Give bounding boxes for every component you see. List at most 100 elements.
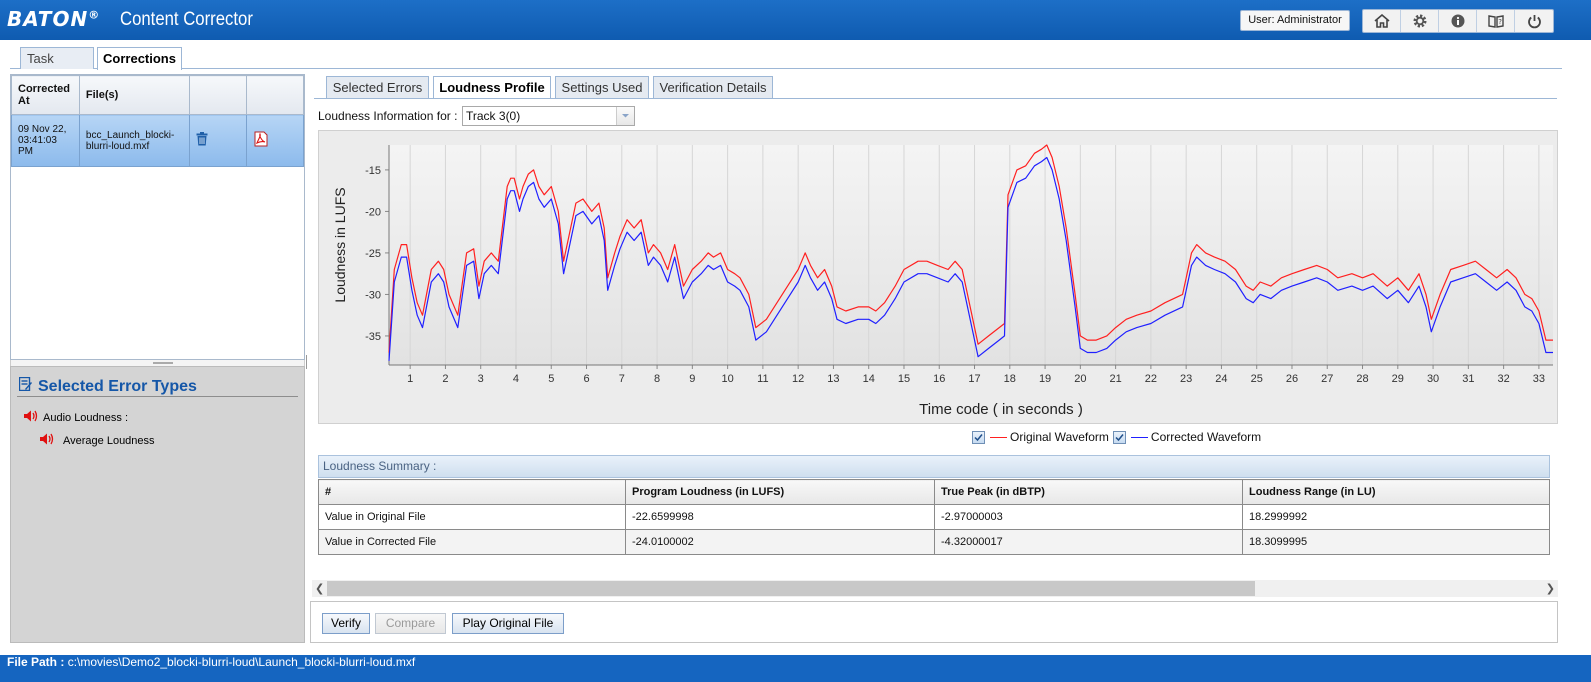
x-tick-label: 26 <box>1286 373 1298 385</box>
column-program-loudness: Program Loudness (in LUFS) <box>625 479 935 505</box>
pdf-icon[interactable] <box>253 131 269 150</box>
track-select[interactable]: Track 3(0) <box>462 106 635 126</box>
x-tick-label: 21 <box>1109 373 1121 385</box>
y-tick-label: -30 <box>365 289 381 301</box>
verify-button[interactable]: Verify <box>322 613 370 634</box>
y-tick-label: -20 <box>365 206 381 218</box>
x-tick-label: 8 <box>654 373 660 385</box>
column-label: # <box>318 479 626 505</box>
column-delete <box>188 75 247 115</box>
x-tick-label: 15 <box>898 373 910 385</box>
plot-area <box>389 145 1553 365</box>
help-book-icon[interactable]: ? <box>1477 10 1515 32</box>
scroll-right-arrow-icon[interactable]: ❯ <box>1546 582 1555 595</box>
x-tick-label: 14 <box>863 373 875 385</box>
edit-list-icon <box>18 376 32 396</box>
x-tick-label: 3 <box>478 373 484 385</box>
x-tick-label: 27 <box>1321 373 1333 385</box>
x-tick-label: 33 <box>1533 373 1545 385</box>
delete-cell <box>188 114 247 167</box>
column-true-peak: True Peak (in dBTP) <box>934 479 1243 505</box>
tab-selected-errors[interactable]: Selected Errors <box>326 76 429 98</box>
table-row: Value in Corrected File -24.0100002 -4.3… <box>318 529 1550 555</box>
x-tick-label: 16 <box>933 373 945 385</box>
error-category: Audio Loudness : <box>24 410 128 425</box>
scroll-left-arrow-icon[interactable]: ❮ <box>315 582 324 595</box>
x-tick-label: 11 <box>757 373 768 385</box>
trash-icon[interactable] <box>196 132 208 149</box>
legend-original-label: Original Waveform <box>1010 430 1109 444</box>
loudness-chart: 1 2 3 4 5 6 7 8 9 10 11 12 13 14 15 16 17 18 19 20 21 22 23 24 2… <box>318 130 1558 424</box>
x-tick-label: 32 <box>1497 373 1509 385</box>
corrections-table: Corrected At File(s) 09 Nov 22, 03:41:03… <box>11 75 305 167</box>
x-tick-label: 24 <box>1215 373 1227 385</box>
row-label: Value in Original File <box>318 504 626 530</box>
x-tick-label: 17 <box>968 373 980 385</box>
x-tick-label: 7 <box>619 373 625 385</box>
loudness-chart-svg: 1 2 3 4 5 6 7 8 9 10 11 12 13 14 15 16 17 18 19 20 21 22 23 24 2… <box>332 144 1553 418</box>
settings-gear-icon[interactable] <box>1401 10 1439 32</box>
error-types-heading: Selected Error Types <box>18 376 197 396</box>
tab-settings-used[interactable]: Settings Used <box>555 76 649 98</box>
vertical-splitter-handle[interactable] <box>306 355 309 369</box>
x-tick-label: 25 <box>1251 373 1263 385</box>
loudness-info-label: Loudness Information for : <box>318 109 458 123</box>
x-tick-label: 29 <box>1392 373 1404 385</box>
y-axis-label: Loudness in LUFS <box>332 187 348 302</box>
tab-verification-details[interactable]: Verification Details <box>653 76 773 98</box>
x-tick-label: 5 <box>548 373 554 385</box>
x-tick-label: 10 <box>721 373 733 385</box>
y-tick-label: -25 <box>365 248 381 260</box>
speaker-icon <box>40 433 55 448</box>
home-icon[interactable] <box>1363 10 1401 32</box>
column-loudness-range: Loudness Range (in LU) <box>1242 479 1550 505</box>
play-original-file-button[interactable]: Play Original File <box>452 613 564 634</box>
status-bar: File Path : c:\movies\Demo2_blocki-blurr… <box>0 655 1591 682</box>
x-axis-label: Time code ( in seconds ) <box>919 401 1083 418</box>
column-files[interactable]: File(s) <box>78 75 190 115</box>
scrollbar-thumb[interactable] <box>327 581 1255 596</box>
app-header: BATON® Content Corrector User: Administr… <box>0 0 1591 40</box>
compare-button[interactable]: Compare <box>375 613 446 634</box>
x-tick-label: 31 <box>1462 373 1474 385</box>
tab-task[interactable]: Task <box>20 47 94 69</box>
user-menu-button[interactable]: User: Administrator <box>1240 10 1350 31</box>
column-corrected-at[interactable]: Corrected At <box>11 75 80 115</box>
corrected-waveform-checkbox[interactable] <box>1112 430 1126 444</box>
row-label: Value in Corrected File <box>318 529 626 555</box>
x-tick-label: 20 <box>1074 373 1086 385</box>
table-row[interactable]: 09 Nov 22, 03:41:03 PM bcc_Launch_blocki… <box>11 114 305 167</box>
chart-legend: Original Waveform Corrected Waveform <box>970 430 1261 444</box>
loudness-summary-header: Loudness Summary : <box>318 455 1550 478</box>
loudness-summary-table: # Program Loudness (in LUFS) True Peak (… <box>318 479 1550 555</box>
x-tick-label: 19 <box>1039 373 1051 385</box>
selected-error-types-panel: Selected Error Types Audio Loudness : Av… <box>10 366 305 643</box>
y-tick-label: -35 <box>365 331 381 343</box>
header-toolbar: ? <box>1362 9 1554 33</box>
x-tick-label: 13 <box>827 373 839 385</box>
tab-corrections[interactable]: Corrections <box>97 47 182 70</box>
x-tick-label: 23 <box>1180 373 1192 385</box>
x-tick-label: 18 <box>1004 373 1016 385</box>
corrected-legend-swatch <box>1130 436 1148 438</box>
tab-loudness-profile[interactable]: Loudness Profile <box>433 76 551 99</box>
info-icon[interactable] <box>1439 10 1477 32</box>
x-tick-label: 9 <box>689 373 695 385</box>
action-bar: Verify Compare Play Original File <box>310 601 1558 643</box>
horizontal-scrollbar[interactable]: ❮ ❯ <box>312 580 1558 597</box>
power-icon[interactable] <box>1515 10 1553 32</box>
corrected-at-cell: 09 Nov 22, 03:41:03 PM <box>11 114 80 167</box>
true-peak-value: -2.97000003 <box>934 504 1243 530</box>
original-waveform-checkbox[interactable] <box>972 430 985 444</box>
loudness-range-value: 18.3099995 <box>1242 529 1550 555</box>
x-tick-label: 2 <box>442 373 448 385</box>
program-loudness-value: -24.0100002 <box>625 529 935 555</box>
chevron-down-icon[interactable] <box>616 107 634 125</box>
app-title: Content Corrector <box>120 9 253 30</box>
original-legend-swatch <box>990 436 1007 438</box>
x-tick-label: 6 <box>583 373 589 385</box>
y-tick-label: -15 <box>365 165 381 177</box>
svg-text:?: ? <box>1498 18 1502 26</box>
loudness-range-value: 18.2999992 <box>1242 504 1550 530</box>
speaker-icon <box>24 410 39 425</box>
